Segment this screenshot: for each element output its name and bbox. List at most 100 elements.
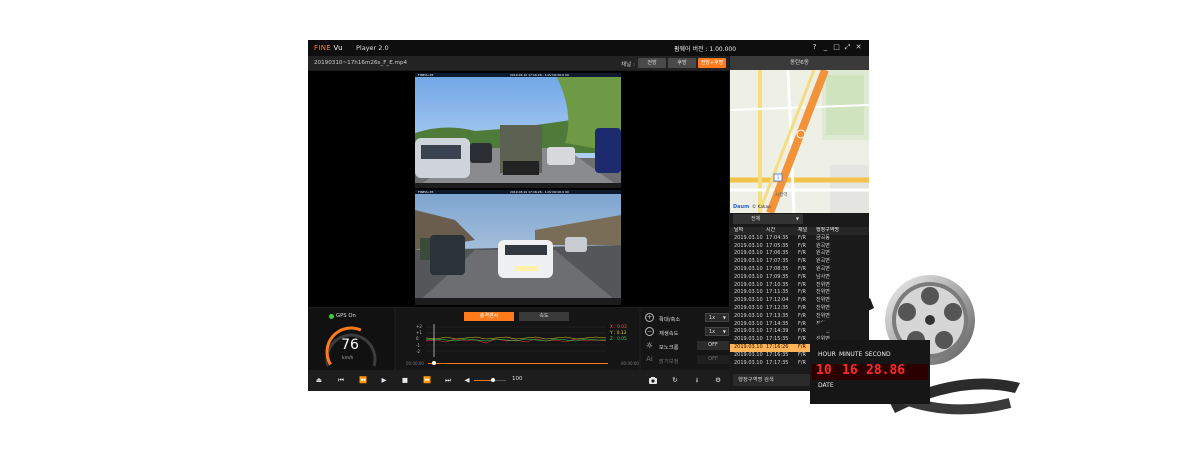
- list-header: 날짜 시간 채널 행정구역명: [730, 227, 869, 235]
- list-cell: F/R: [798, 336, 807, 343]
- list-item[interactable]: 2019.03.10 17:07:35 F/R 원곡면: [730, 258, 869, 266]
- list-item[interactable]: 2019.03.10 17:04:35 F/R 금곡동: [730, 235, 869, 243]
- stop-button[interactable]: ■: [400, 375, 410, 385]
- fast-forward-button[interactable]: ⏩: [422, 375, 432, 385]
- gear-icon[interactable]: ⚙: [713, 375, 723, 385]
- list-cell: 17:12:35: [766, 304, 789, 311]
- camera-icon[interactable]: [648, 375, 658, 385]
- list-item[interactable]: 2019.03.10 17:05:35 F/R 원곡면: [730, 243, 869, 251]
- gps-speed-panel: GPS On 76 km/h: [308, 308, 394, 370]
- list-cell: 2019.03.10: [734, 250, 763, 257]
- chevron-down-icon: ▼: [722, 315, 726, 320]
- list-cell: 2019.03.10: [734, 289, 763, 296]
- list-cell: F/R: [798, 343, 807, 350]
- fullscreen-button[interactable]: ⤢: [843, 43, 852, 52]
- list-cell: 2019.03.10: [734, 304, 763, 311]
- list-cell: 17:14:39: [766, 328, 789, 335]
- map-route-badge: 1: [776, 175, 780, 180]
- front-camera-scene: [415, 73, 621, 188]
- list-cell: 17:17:35: [766, 359, 789, 366]
- list-cell: 17:10:35: [766, 281, 789, 288]
- list-cell: F/R: [798, 312, 807, 319]
- gps-status-dot: [329, 314, 334, 319]
- list-cell: F/R: [798, 273, 807, 280]
- list-cell: 2019.03.10: [734, 359, 763, 366]
- brightness-toggle[interactable]: OFF: [697, 355, 729, 364]
- rear-camera-hud: FINEVu X5 2019.03.10 17:16:26 - 1.0V N0 0…: [415, 190, 621, 194]
- video-viewport[interactable]: FINEVu X5 2019.03.10 17:16:26 - 1.0V N0 0…: [308, 71, 729, 307]
- previous-file-button[interactable]: ⏮: [336, 375, 346, 385]
- playback-control-panel: + 확대/축소 1x ▼ − 재생속도 1x ▼ ☼ 모노크롬 OFF Ai 밝기보…: [641, 308, 729, 370]
- list-cell: 2019.03.10: [734, 312, 763, 319]
- zoom-select[interactable]: 1x ▼: [705, 313, 729, 322]
- eject-button[interactable]: ⏏: [314, 375, 324, 385]
- speed-unit: km/h: [342, 356, 354, 361]
- list-cell: 2019.03.10: [734, 297, 763, 304]
- volume-value: 100: [512, 376, 523, 382]
- map-view[interactable]: 1 시청역 Daum © Kakao: [730, 70, 869, 213]
- help-button[interactable]: ?: [810, 43, 819, 52]
- sun-icon: ☼: [645, 341, 654, 350]
- graph-y-ticks: +2 +1 0 -1 -2: [416, 324, 422, 354]
- film-clapperboard-illustration: HOUR MINUTE SECOND 10 16 28.86 DATE: [810, 268, 1030, 438]
- list-item[interactable]: 2019.03.10 17:06:35 F/R 원곡면: [730, 250, 869, 258]
- playback-speed-select[interactable]: 1x ▼: [705, 327, 729, 336]
- channel-label: 채널 :: [621, 62, 635, 68]
- list-cell: F/R: [798, 304, 807, 311]
- volume-track[interactable]: [474, 378, 506, 382]
- play-button[interactable]: ▶: [379, 375, 389, 385]
- list-cell: F/R: [798, 281, 807, 288]
- monochrome-row: ☼ 모노크롬 OFF: [645, 340, 729, 352]
- channel-front-button[interactable]: 전방: [638, 58, 666, 68]
- monochrome-toggle[interactable]: OFF: [697, 341, 729, 350]
- channel-both-button[interactable]: 전방+후방: [698, 58, 726, 68]
- title-bar: FINE Vu Player 2.0 펌웨어 버전 : 1.00.000 ? _…: [308, 40, 869, 56]
- list-cell: F/R: [798, 258, 807, 265]
- list-cell: 17:13:35: [766, 312, 789, 319]
- ai-icon: Ai: [646, 355, 653, 363]
- tab-impact-sensor[interactable]: 충격센서: [464, 312, 514, 321]
- rotate-icon[interactable]: ↻: [670, 375, 680, 385]
- maximize-button[interactable]: □: [832, 43, 841, 52]
- playback-speed-icon: −: [645, 327, 654, 336]
- channel-rear-button[interactable]: 후방: [668, 58, 696, 68]
- list-cell: 17:05:35: [766, 242, 789, 249]
- app-logo: FINE Vu: [314, 44, 343, 52]
- map-copyright: © Kakao: [752, 204, 771, 210]
- app-title: Player 2.0: [356, 44, 389, 52]
- rear-camera-view: FINEVu X5 2019.03.10 17:16:26 - 1.0V N0 0…: [415, 190, 621, 305]
- minimize-button[interactable]: _: [821, 43, 830, 52]
- list-cell: 행정구역명: [816, 227, 840, 233]
- clapper-date-label: DATE: [818, 382, 834, 389]
- graph-readouts: X : 0.03 Y : 0.13 Z : 0.05: [610, 325, 627, 342]
- dashcam-player-window: FINE Vu Player 2.0 펌웨어 버전 : 1.00.000 ? _…: [308, 40, 869, 391]
- list-cell: 금곡동: [816, 234, 830, 241]
- download-icon[interactable]: ⭳: [692, 375, 702, 385]
- transport-bar: ⏏ ⏮ ⏪ ▶ ■ ⏩ ⏭ ◀ 100 ↻ ⭳ ⚙: [308, 370, 729, 391]
- firmware-version: 펌웨어 버전 : 1.00.000: [674, 46, 737, 53]
- file-bar: 20190310~17h16m26s_F_E.mp4 채널 : 전방 후방 전방…: [308, 56, 729, 70]
- sensor-graph-panel: 충격센서 속도 +2 +1 0 -1 -2 X : 0.03 Y : 0.13 Z : …: [396, 308, 639, 370]
- list-cell: 17:11:35: [766, 289, 789, 296]
- rewind-button[interactable]: ⏪: [358, 375, 368, 385]
- list-cell: 17:14:35: [766, 320, 789, 327]
- next-file-button[interactable]: ⏭: [443, 375, 453, 385]
- list-cell: 원곡면: [816, 258, 830, 265]
- list-cell: F/R: [798, 250, 807, 257]
- close-button[interactable]: ✕: [854, 43, 863, 52]
- list-cell: 2019.03.10: [734, 336, 763, 343]
- timeline-track[interactable]: [428, 363, 608, 364]
- list-filter-select[interactable]: 전체 ▼: [733, 214, 803, 224]
- timeline-handle[interactable]: [432, 361, 436, 365]
- list-cell: F/R: [798, 234, 807, 241]
- list-cell: F/R: [798, 359, 807, 366]
- list-cell: F/R: [798, 289, 807, 296]
- tab-speed[interactable]: 속도: [519, 312, 569, 321]
- list-cell: 2019.03.10: [734, 242, 763, 249]
- list-cell: 17:04:35: [766, 234, 789, 241]
- clapper-minute-digits: 16: [842, 363, 858, 378]
- front-camera-view: FINEVu X5 2019.03.10 17:16:26 - 1.0V N0 0…: [415, 73, 621, 188]
- list-cell: 2019.03.10: [734, 281, 763, 288]
- volume-icon[interactable]: ◀: [462, 375, 472, 385]
- speed-row: − 재생속도 1x ▼: [645, 326, 729, 338]
